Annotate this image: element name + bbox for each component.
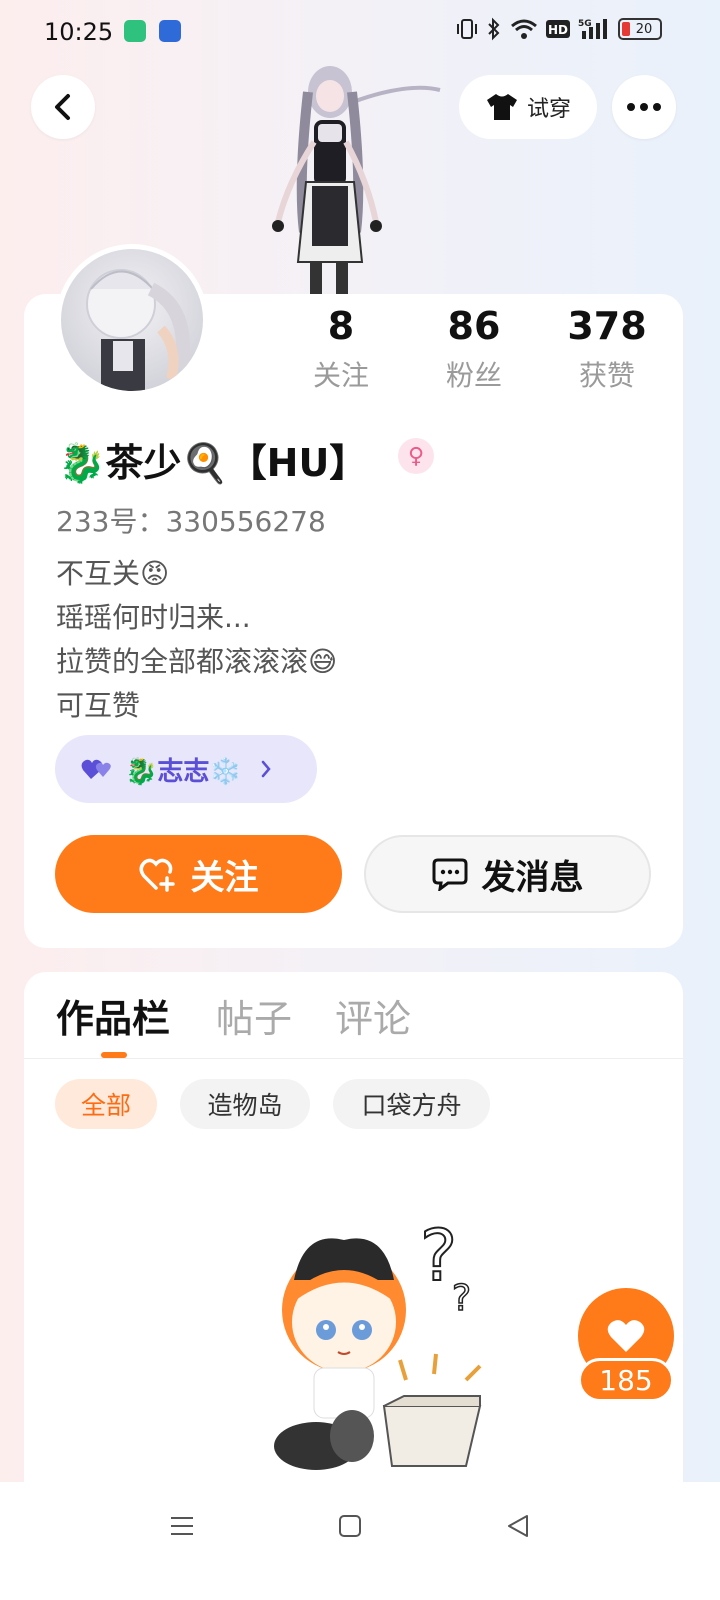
more-button[interactable] bbox=[612, 75, 676, 139]
bio-line: 可互赞 bbox=[56, 689, 141, 722]
battery-saver-icon bbox=[124, 20, 146, 42]
avatar-image bbox=[86, 269, 190, 391]
filter-creation-island[interactable]: 造物岛 bbox=[180, 1079, 310, 1129]
home-square-icon bbox=[339, 1515, 361, 1537]
stat-fans-count: 86 bbox=[447, 304, 501, 348]
tab-posts[interactable]: 帖子 bbox=[216, 988, 292, 1043]
heart-icon bbox=[607, 1320, 645, 1352]
tab-divider bbox=[24, 1058, 683, 1059]
vibrate-icon bbox=[457, 19, 477, 39]
battery-icon: 20 bbox=[618, 18, 662, 40]
svg-text:?: ? bbox=[452, 1278, 471, 1319]
back-triangle-icon bbox=[508, 1515, 528, 1537]
stat-following-label: 关注 bbox=[312, 359, 369, 392]
menu-icon bbox=[171, 1517, 193, 1535]
bluetooth-icon bbox=[488, 17, 500, 41]
follow-label: 关注 bbox=[190, 857, 259, 898]
bio-line: 拉赞的全部都滚滚滚😅 bbox=[56, 645, 338, 678]
tryon-button[interactable]: 试穿 bbox=[459, 75, 597, 139]
status-time: 10:25 bbox=[44, 18, 114, 46]
user-id: 233号：330556278 bbox=[56, 505, 326, 538]
nav-menu-button[interactable] bbox=[162, 1508, 202, 1544]
filter-pocket-ark[interactable]: 口袋方舟 bbox=[333, 1079, 490, 1129]
more-dots-icon bbox=[627, 103, 661, 111]
group-pill[interactable]: 🐉志志❄️ bbox=[55, 735, 317, 803]
chevron-right-icon bbox=[261, 760, 271, 778]
bio-line: 不互关😡 bbox=[56, 557, 170, 590]
stat-fans[interactable]: 86 粉丝 bbox=[419, 300, 529, 394]
stat-likes: 378 获赞 bbox=[552, 300, 662, 394]
tshirt-icon bbox=[486, 94, 517, 120]
empty-state-illustration: ? ? bbox=[274, 1214, 482, 1470]
stat-following[interactable]: 8 关注 bbox=[286, 300, 396, 394]
stat-following-count: 8 bbox=[327, 304, 355, 348]
like-count: 185 bbox=[578, 1358, 674, 1402]
back-button[interactable] bbox=[31, 75, 95, 139]
nickname: 🐉茶少🍳 【HU】 bbox=[58, 432, 367, 487]
double-heart-icon bbox=[81, 759, 111, 779]
message-label: 发消息 bbox=[481, 857, 584, 898]
filter-all[interactable]: 全部 bbox=[55, 1079, 157, 1129]
hd-icon: HD bbox=[546, 20, 570, 38]
svg-text:HD: HD bbox=[548, 23, 568, 37]
battery-level: 20 bbox=[635, 21, 653, 37]
status-bar: 10:25 HD 5G 20 bbox=[0, 0, 720, 64]
group-label: 🐉志志❄️ bbox=[125, 756, 242, 787]
bio: 不互关😡 瑶瑶何时归来... 拉赞的全部都滚滚滚😅 可互赞 bbox=[56, 552, 337, 728]
nav-back-button[interactable] bbox=[498, 1508, 538, 1544]
chevron-left-icon bbox=[55, 94, 70, 120]
app-badge-icon bbox=[159, 20, 181, 42]
tab-comments[interactable]: 评论 bbox=[335, 988, 411, 1043]
female-gender-icon: ♀ bbox=[398, 438, 434, 474]
heart-plus-icon bbox=[139, 858, 175, 892]
stat-likes-count: 378 bbox=[567, 304, 647, 348]
avatar[interactable] bbox=[56, 244, 208, 396]
signal-icon: 5G bbox=[578, 19, 607, 39]
nickname-text: 🐉茶少🍳 bbox=[58, 441, 229, 485]
tryon-label: 试穿 bbox=[526, 97, 571, 122]
bio-line: 瑶瑶何时归来... bbox=[56, 601, 251, 634]
tab-works[interactable]: 作品栏 bbox=[56, 988, 170, 1043]
follow-button[interactable]: 关注 bbox=[55, 835, 342, 913]
chat-bubble-icon bbox=[432, 858, 467, 891]
message-button[interactable]: 发消息 bbox=[364, 835, 651, 913]
character-figure bbox=[272, 66, 441, 294]
stat-likes-label: 获赞 bbox=[578, 359, 635, 392]
nickname-tag: 【HU】 bbox=[228, 441, 368, 485]
nav-home-button[interactable] bbox=[330, 1508, 370, 1544]
wifi-icon bbox=[511, 19, 537, 39]
stat-fans-label: 粉丝 bbox=[445, 359, 502, 392]
